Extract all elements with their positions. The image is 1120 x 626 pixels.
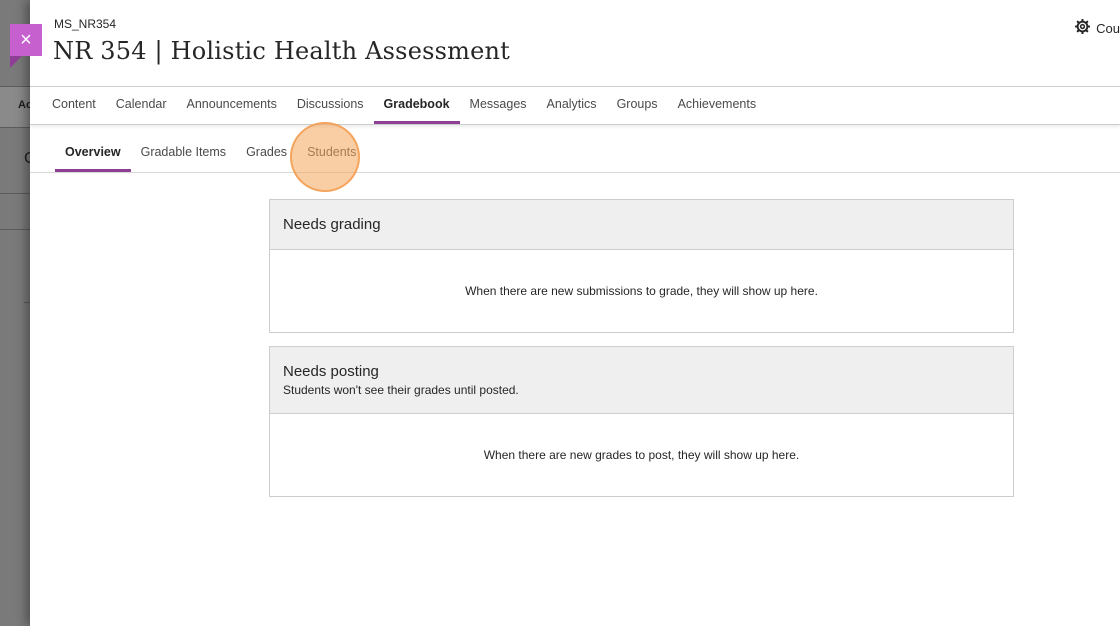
close-button-tail — [10, 56, 22, 68]
tab-analytics[interactable]: Analytics — [537, 87, 607, 124]
tab-discussions[interactable]: Discussions — [287, 87, 374, 124]
needs-posting-empty-message: When there are new grades to post, they … — [483, 448, 800, 462]
needs-grading-empty-message: When there are new submissions to grade,… — [465, 284, 818, 298]
page-title: NR 354 | Holistic Health Assessment — [53, 37, 510, 65]
subtab-overview[interactable]: Overview — [55, 131, 131, 172]
subtab-students[interactable]: Students — [297, 131, 366, 172]
tab-content[interactable]: Content — [42, 87, 106, 124]
background-divider — [0, 193, 30, 194]
needs-posting-header: Needs posting Students won't see their g… — [270, 347, 1013, 414]
tab-gradebook[interactable]: Gradebook — [373, 87, 460, 124]
needs-grading-header: Needs grading — [270, 200, 1013, 250]
tab-calendar[interactable]: Calendar — [106, 87, 177, 124]
gradebook-subnav: Overview Gradable Items Grades Students — [30, 131, 1120, 173]
course-panel: MS_NR354 NR 354 | Holistic Health Assess… — [30, 0, 1120, 626]
gear-icon — [1074, 18, 1091, 37]
needs-grading-title: Needs grading — [283, 216, 381, 233]
tab-announcements[interactable]: Announcements — [177, 87, 287, 124]
tab-groups[interactable]: Groups — [607, 87, 668, 124]
needs-posting-card: Needs posting Students won't see their g… — [269, 346, 1014, 497]
tab-messages[interactable]: Messages — [460, 87, 537, 124]
tab-achievements[interactable]: Achievements — [668, 87, 767, 124]
close-icon: × — [20, 29, 32, 51]
subtab-grades[interactable]: Grades — [236, 131, 297, 172]
needs-posting-title: Needs posting — [283, 363, 379, 380]
needs-grading-card: Needs grading When there are new submiss… — [269, 199, 1014, 333]
course-nav: Content Calendar Announcements Discussio… — [30, 86, 1120, 125]
background-page: Ac C — [0, 0, 36, 626]
needs-posting-subtitle: Students won't see their grades until po… — [283, 383, 519, 397]
close-panel-button[interactable]: × — [10, 24, 42, 56]
course-settings-label: Cou — [1096, 20, 1120, 36]
course-code: MS_NR354 — [54, 17, 117, 31]
background-divider — [0, 229, 30, 230]
subtab-gradable-items[interactable]: Gradable Items — [131, 131, 236, 172]
course-settings-button[interactable]: Cou — [1074, 18, 1120, 37]
